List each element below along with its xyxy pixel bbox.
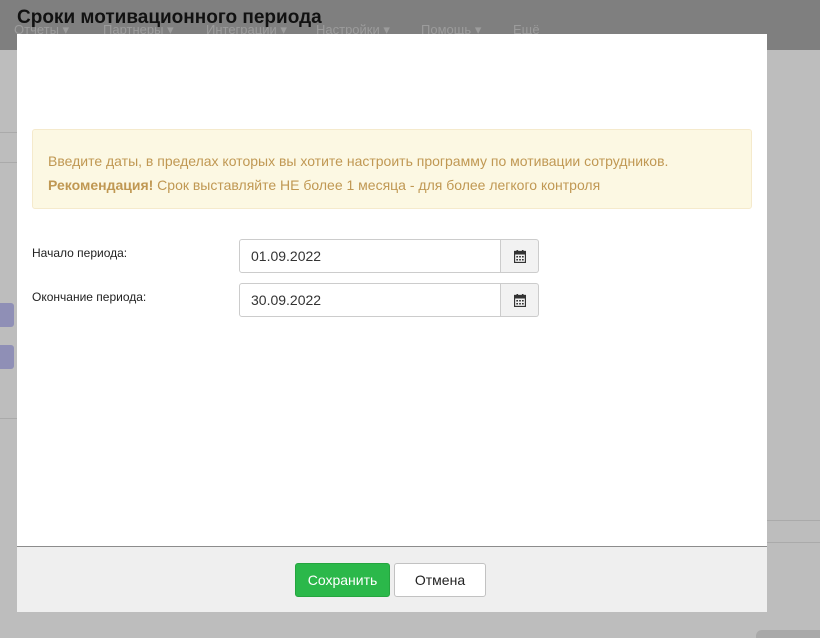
recommendation-text: Срок выставляйте НЕ более 1 месяца - для… <box>153 177 601 193</box>
background-divider <box>767 520 820 521</box>
background-divider <box>0 162 17 163</box>
end-period-label: Окончание периода: <box>32 290 147 304</box>
start-period-row: Начало периода: <box>32 239 539 273</box>
background-edit-button <box>0 303 14 327</box>
start-period-label: Начало периода: <box>32 246 128 260</box>
calendar-icon <box>513 293 526 307</box>
alert-recommendation: Рекомендация! Срок выставляйте НЕ более … <box>48 173 736 197</box>
start-date-calendar-button[interactable] <box>501 239 539 273</box>
start-date-input[interactable] <box>239 239 501 273</box>
alert-message: Введите даты, в пределах которых вы хоти… <box>48 153 669 169</box>
dialog-title: Сроки мотивационного периода <box>17 7 322 28</box>
save-button[interactable]: Сохранить <box>295 563 390 597</box>
recommendation-label: Рекомендация! <box>48 177 154 193</box>
calendar-icon <box>513 249 526 263</box>
end-date-group <box>239 283 539 317</box>
background-divider <box>0 418 17 419</box>
background-divider <box>0 132 17 133</box>
end-period-row: Окончание периода: <box>32 283 539 317</box>
modal-footer: Сохранить Отмена <box>17 546 767 612</box>
start-date-group <box>239 239 539 273</box>
modal-dialog: Введите даты, в пределах которых вы хоти… <box>17 34 767 612</box>
end-date-input[interactable] <box>239 283 501 317</box>
end-date-calendar-button[interactable] <box>501 283 539 317</box>
background-divider <box>767 542 820 543</box>
background-edit-button <box>0 345 14 369</box>
info-alert: Введите даты, в пределах которых вы хоти… <box>32 129 752 209</box>
background-button <box>756 630 820 638</box>
cancel-button[interactable]: Отмена <box>394 563 486 597</box>
